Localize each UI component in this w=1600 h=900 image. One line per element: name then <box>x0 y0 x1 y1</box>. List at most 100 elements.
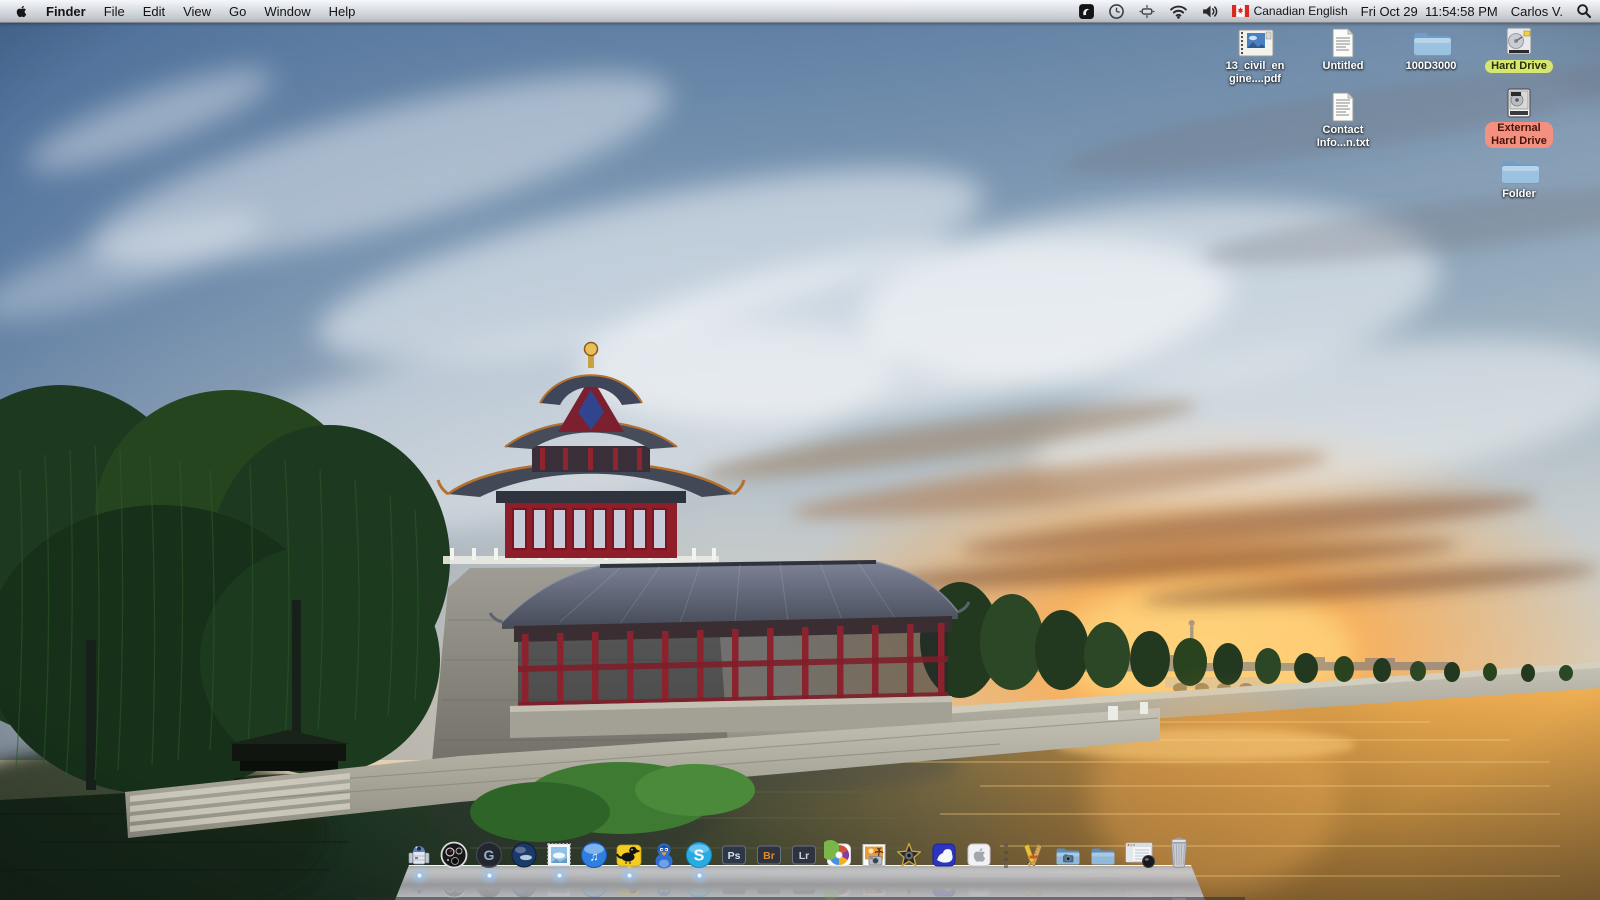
desktop-icon-label: Contact Info...n.txt <box>1316 124 1370 149</box>
dock-item-mail-stamp[interactable] <box>543 838 575 879</box>
photoshop-icon: Ps <box>722 845 746 865</box>
dock-item-g-browser[interactable]: G <box>473 838 505 879</box>
dock-item-pictures-folder[interactable] <box>1052 838 1084 870</box>
svg-text:Ps: Ps <box>728 850 741 862</box>
desktop-icon-label: 100D3000 <box>1405 60 1457 72</box>
running-indicator <box>625 872 633 879</box>
r2d2-robot-icon <box>408 846 430 865</box>
dock-item-map-app[interactable] <box>928 838 960 870</box>
dock-item-adium[interactable] <box>648 838 680 870</box>
menu-bar: Finder File Edit View Go Window Help Can… <box>0 0 1600 23</box>
desktop-icon-external-hard-drive[interactable]: External Hard Drive <box>1475 88 1563 148</box>
dock-item-twitterrific[interactable] <box>613 838 645 879</box>
adium-duck-icon <box>655 843 673 869</box>
applications-ruler-pencil-icon <box>1023 844 1043 868</box>
svg-text:S: S <box>694 848 705 865</box>
dock-item-iphoto[interactable] <box>858 838 890 870</box>
dock-item-minimized-window[interactable] <box>1122 836 1158 870</box>
dock-item-apple-utility[interactable] <box>963 838 995 870</box>
menu-file[interactable]: File <box>95 0 134 22</box>
folder-icon <box>1414 33 1451 56</box>
imovie-star-icon <box>896 842 922 867</box>
desktop-icon-contact-info[interactable]: Contact Info...n.txt <box>1299 92 1387 150</box>
dock-item-dashboard[interactable] <box>438 838 470 870</box>
menu-app-name[interactable]: Finder <box>37 0 95 22</box>
spotlight-icon <box>1577 4 1592 19</box>
pdf-document-icon <box>1238 29 1274 57</box>
dock-item-globe-app[interactable] <box>508 838 540 870</box>
desktop-icon-folder[interactable]: Folder <box>1475 158 1563 201</box>
desktop-icon-label: Hard Drive <box>1485 60 1553 73</box>
menu-clock[interactable]: Fri Oct 29 11:54:58 PM <box>1361 0 1498 22</box>
running-indicator <box>555 872 563 879</box>
dock-item-photoshop[interactable]: Ps <box>718 838 750 870</box>
svg-text:Br: Br <box>763 850 775 862</box>
svg-text:G: G <box>484 847 495 863</box>
menu-view[interactable]: View <box>174 0 220 22</box>
status-app-menu[interactable] <box>1078 0 1095 22</box>
picasa-pinwheel-icon <box>824 840 851 867</box>
desktop-icon-hard-drive[interactable]: Hard Drive <box>1475 26 1563 73</box>
status-input-language[interactable]: Canadian English <box>1231 0 1348 22</box>
itunes-icon: ♫ <box>581 842 607 868</box>
dock-item-skype[interactable]: S <box>683 838 715 879</box>
globe-cloud-icon <box>511 842 537 868</box>
text-document-icon <box>1332 28 1354 58</box>
dock-item-itunes[interactable]: ♫ <box>578 838 610 870</box>
dock-item-bridge[interactable]: Br <box>753 838 785 870</box>
input-language-label: Canadian English <box>1253 4 1348 18</box>
dock-item-applications-folder[interactable] <box>1017 838 1049 870</box>
desktop-icon-label: Folder <box>1502 188 1536 200</box>
dock-item-documents-folder[interactable] <box>1087 838 1119 870</box>
desktop-icon-label: 13_civil_en gine....pdf <box>1225 60 1285 85</box>
mail-stamp-icon <box>547 843 571 867</box>
time-machine-icon <box>1108 3 1124 19</box>
desktop-icon-pdf[interactable]: 13_civil_en gine....pdf <box>1211 28 1299 86</box>
dock-separator <box>998 840 1014 870</box>
desktop-icon-label: Untitled <box>1322 60 1364 72</box>
desktop-icon-100d3000[interactable]: 100D3000 <box>1387 30 1475 73</box>
lightroom-icon: Lr <box>792 845 816 865</box>
dock-item-finder-r2d2[interactable] <box>403 838 435 879</box>
pictures-folder-icon <box>1056 848 1080 865</box>
desktop-icon-label: External Hard Drive <box>1485 122 1553 148</box>
svg-text:♫: ♫ <box>590 850 599 864</box>
desktop-icon-untitled[interactable]: Untitled <box>1299 28 1387 73</box>
menu-edit[interactable]: Edit <box>134 0 174 22</box>
twitterrific-bird-icon <box>616 844 642 870</box>
dashboard-gauges-icon <box>440 841 468 869</box>
status-sync-menu[interactable] <box>1138 0 1156 22</box>
dock-item-picasa[interactable] <box>823 838 855 870</box>
wifi-icon <box>1169 5 1187 19</box>
status-time-machine-menu[interactable] <box>1108 0 1125 22</box>
volume-icon <box>1202 5 1217 17</box>
spotlight-menu[interactable] <box>1576 0 1592 22</box>
menu-window[interactable]: Window <box>255 0 319 22</box>
dock-item-imovie[interactable] <box>893 838 925 870</box>
minimized-window-icon <box>1125 842 1155 868</box>
trash-icon <box>1170 837 1188 868</box>
running-indicator <box>415 872 423 879</box>
apple-menu[interactable] <box>8 0 37 22</box>
canada-flag-icon <box>1231 5 1249 17</box>
dock-item-trash[interactable] <box>1161 836 1197 870</box>
sync-icon <box>1138 4 1155 18</box>
apple-icon <box>16 5 27 17</box>
blue-map-app-icon <box>932 843 956 867</box>
text-document-icon <box>1332 92 1354 122</box>
dock-item-lightroom[interactable]: Lr <box>788 838 820 870</box>
app-swirl-icon <box>1078 3 1094 19</box>
status-wifi-menu[interactable] <box>1169 0 1188 22</box>
bridge-icon: Br <box>757 845 781 865</box>
iphoto-icon <box>862 844 886 866</box>
folder-icon <box>1502 161 1539 184</box>
menu-help[interactable]: Help <box>320 0 365 22</box>
status-volume-menu[interactable] <box>1201 0 1219 22</box>
external-drive-icon <box>1507 88 1531 118</box>
apple-utility-icon <box>967 843 991 867</box>
desktop-screen: Finder File Edit View Go Window Help Can… <box>0 0 1600 900</box>
menu-go[interactable]: Go <box>220 0 255 22</box>
g-browser-icon: G <box>475 841 503 869</box>
dock-shelf <box>395 865 1205 900</box>
user-menu[interactable]: Carlos V. <box>1511 0 1563 22</box>
